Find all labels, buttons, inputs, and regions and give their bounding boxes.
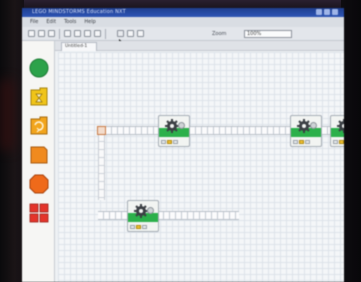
port-indicators [293,140,310,144]
pan-tool-button[interactable] [127,30,134,37]
zoom-label: Zoom [212,31,227,37]
port-a-indicator [333,140,338,144]
port-indicators [333,140,344,144]
motor-hub-icon [310,122,317,129]
motor-block[interactable] [330,115,344,147]
port-b-indicator [339,140,344,144]
motor-block[interactable] [158,115,190,147]
gear-icon [337,119,344,133]
port-c-indicator [173,140,178,144]
stop-octagon-icon [29,174,49,194]
motor-hub-icon [147,207,154,214]
toolbar-separator [59,29,60,39]
sequence-beam [106,126,160,135]
menu-edit[interactable]: Edit [46,19,56,25]
window-title: LEGO MINDSTORMS Education NXT [32,9,126,15]
port-a-indicator [293,140,298,144]
zoom-select[interactable]: 100% [244,30,292,38]
toolbar: Zoom 100% [22,27,344,46]
save-button[interactable] [48,30,55,37]
menu-help[interactable]: Help [84,19,95,25]
palette-stop-block[interactable] [28,173,50,195]
start-point[interactable] [97,126,106,135]
paste-button[interactable] [84,30,91,37]
program-canvas[interactable] [58,52,344,282]
close-button[interactable] [332,9,338,15]
menu-bar: File Edit Tools Help [22,17,344,27]
comment-tool-button[interactable] [137,30,144,37]
port-c-indicator [142,225,147,229]
document-tabs: Untitled-1 [55,41,344,51]
block-palette [22,41,55,282]
port-b-indicator [136,225,141,229]
port-a-indicator [130,225,135,229]
port-b-indicator [167,140,172,144]
green-circle-icon [29,58,49,78]
window-controls [316,9,338,15]
pointer-tool-button[interactable] [117,30,124,46]
new-file-button[interactable] [28,30,35,37]
maximize-button[interactable] [324,9,330,15]
gear-icon [165,119,179,133]
port-indicators [130,225,147,229]
tab-program[interactable]: Untitled-1 [61,42,97,51]
sequence-beam [98,211,130,220]
palette-my-blocks[interactable] [28,202,50,224]
grid-blocks-icon [29,203,49,223]
menu-file[interactable]: File [30,19,38,25]
toolbar-separator [105,29,106,39]
gear-icon [297,119,311,133]
app-window: LEGO MINDSTORMS Education NXT File Edit … [22,8,344,282]
palette-wait-block[interactable] [28,86,50,108]
hourglass-icon [30,87,48,106]
palette-loop-block[interactable] [28,115,50,137]
loop-icon [30,116,48,135]
motor-block[interactable] [127,200,159,232]
port-c-indicator [305,140,310,144]
minimize-button[interactable] [316,9,322,15]
undo-button[interactable] [94,30,101,37]
motor-hub-icon [178,122,185,129]
sequence-rail [98,134,105,200]
port-indicators [161,140,178,144]
palette-switch-block[interactable] [28,144,50,166]
sequence-beam [158,211,239,220]
port-b-indicator [299,140,304,144]
palette-action-block[interactable] [28,57,50,79]
gear-icon [134,204,148,218]
port-a-indicator [161,140,166,144]
menu-tools[interactable]: Tools [64,19,76,25]
open-file-button[interactable] [38,30,45,37]
title-bar: LEGO MINDSTORMS Education NXT [22,8,344,17]
switch-icon [30,146,48,164]
cut-button[interactable] [64,30,71,37]
sequence-beam [190,126,292,135]
copy-button[interactable] [74,30,81,37]
monitor-bezel-left [0,0,24,282]
motor-block[interactable] [290,115,322,147]
